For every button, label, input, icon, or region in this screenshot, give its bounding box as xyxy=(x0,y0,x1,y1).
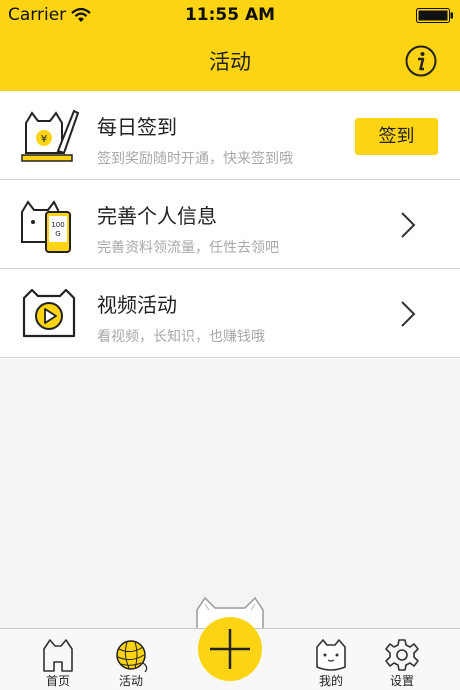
cat-pen-icon: ¥ xyxy=(21,109,80,162)
page-title: 活动 xyxy=(209,50,251,74)
svg-text:G: G xyxy=(55,230,60,238)
status-bar: Carrier 11:55 AM xyxy=(0,0,460,30)
gear-icon xyxy=(385,639,419,671)
header: Carrier 11:55 AM 活动 xyxy=(0,0,460,91)
checkin-button[interactable]: 签到 xyxy=(355,118,438,155)
tab-label: 设置 xyxy=(389,674,414,688)
status-time: 11:55 AM xyxy=(184,5,276,25)
activity-row-profile[interactable]: 100 G 完善个人信息 完善资料领流量，任性去领吧 xyxy=(0,180,460,269)
chevron-right-icon xyxy=(401,301,416,327)
plus-icon xyxy=(210,629,250,669)
chevron-right-icon xyxy=(401,212,416,238)
tab-home[interactable]: 首页 xyxy=(23,629,93,690)
activity-title: 每日签到 xyxy=(97,115,177,139)
cat-phone-icon: 100 G xyxy=(21,200,71,253)
tab-label: 我的 xyxy=(318,674,343,688)
video-play-icon xyxy=(22,288,76,338)
activity-row-daily-checkin[interactable]: ¥ 每日签到 签到奖励随时开通，快来签到哦 签到 xyxy=(0,91,460,180)
activity-subtitle: 看视频，长知识，也赚钱哦 xyxy=(97,329,265,345)
svg-text:¥: ¥ xyxy=(41,134,47,145)
tab-activity[interactable]: 活动 xyxy=(96,629,166,690)
activity-row-video[interactable]: 视频活动 看视频，长知识，也赚钱哦 xyxy=(0,269,460,358)
activity-subtitle: 签到奖励随时开通，快来签到哦 xyxy=(97,151,293,167)
cat-face-icon xyxy=(316,639,346,671)
svg-text:100: 100 xyxy=(51,221,64,229)
tab-label: 首页 xyxy=(45,674,70,688)
tab-mine[interactable]: 我的 xyxy=(296,629,366,690)
add-button[interactable] xyxy=(198,617,262,681)
tab-settings[interactable]: 设置 xyxy=(367,629,437,690)
battery-icon xyxy=(416,8,453,23)
info-icon[interactable] xyxy=(405,45,437,77)
yarn-ball-icon xyxy=(116,640,148,673)
activity-list: ¥ 每日签到 签到奖励随时开通，快来签到哦 签到 100 G 完善个人信息 完善… xyxy=(0,91,460,359)
cat-home-icon xyxy=(43,639,73,672)
tab-label: 活动 xyxy=(118,674,143,688)
activity-subtitle: 完善资料领流量，任性去领吧 xyxy=(97,240,279,256)
activity-title: 完善个人信息 xyxy=(97,204,217,228)
activity-title: 视频活动 xyxy=(97,293,177,317)
